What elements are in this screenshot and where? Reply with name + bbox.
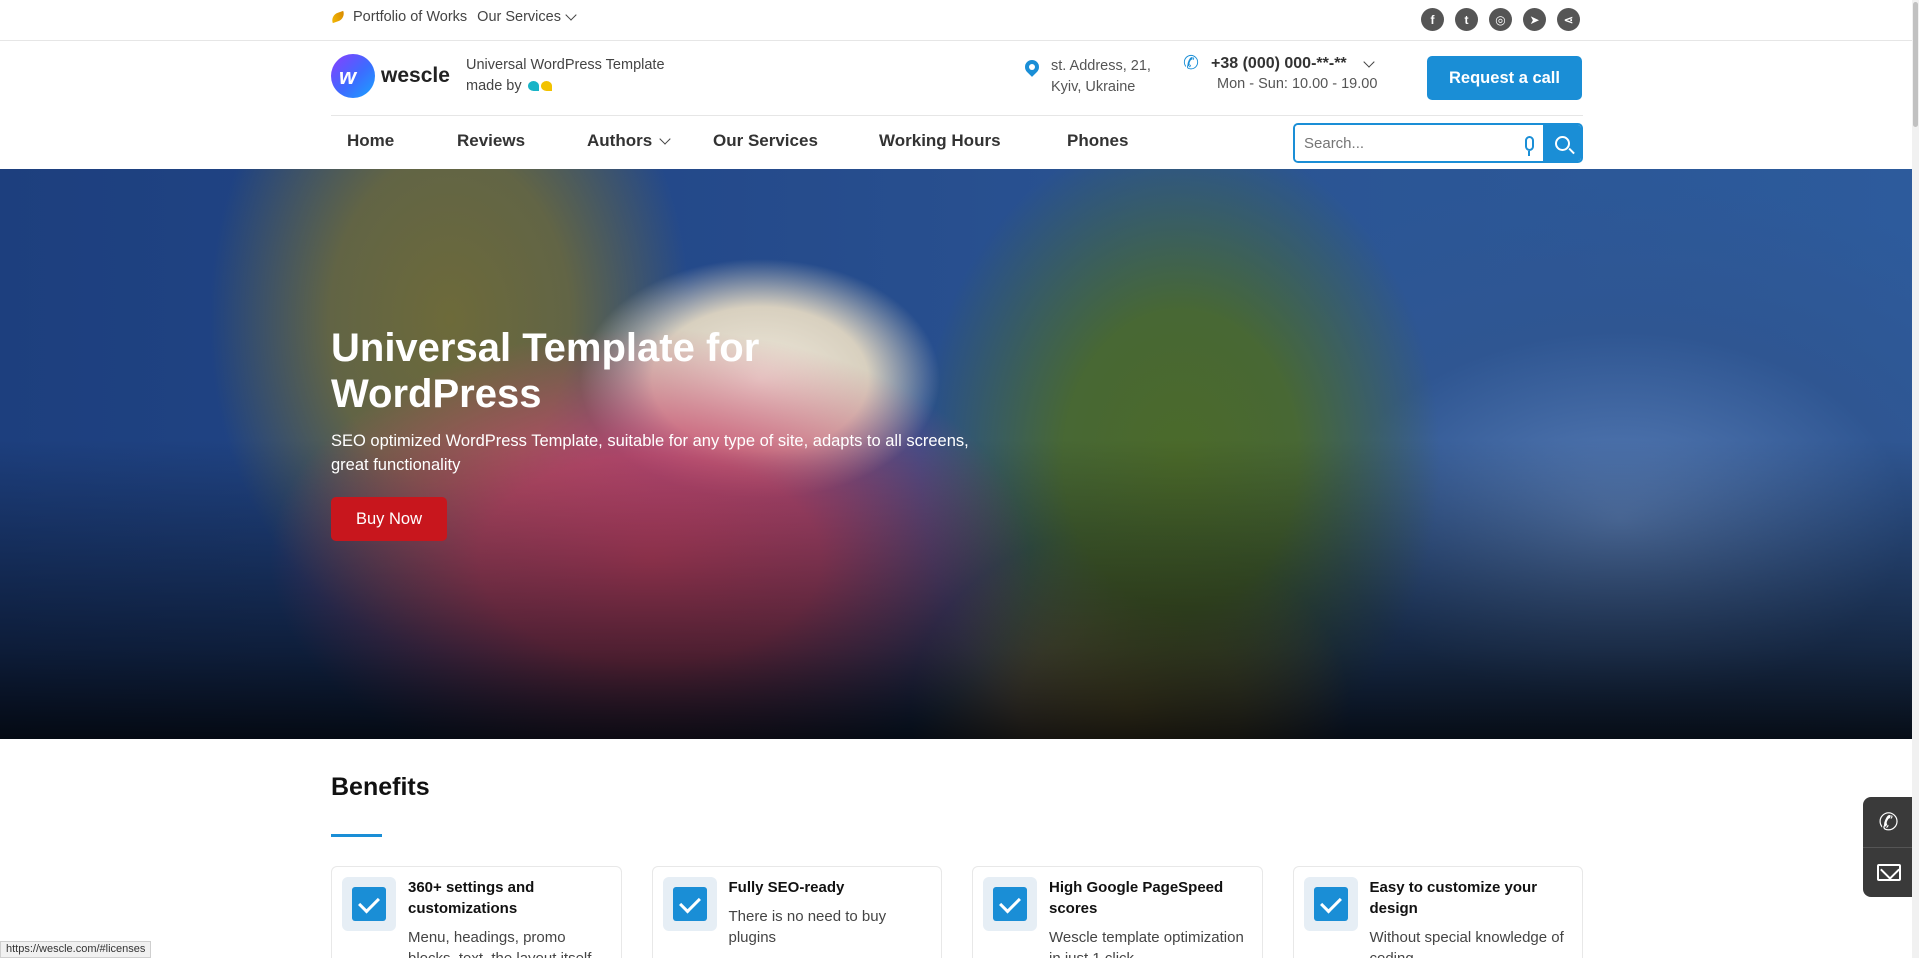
address-block: st. Address, 21, Kyiv, Ukraine — [1025, 56, 1151, 98]
phone-dropdown[interactable]: ✆ +38 (000) 000-**-** — [1183, 54, 1377, 74]
tagline: Universal WordPress Template made by — [466, 55, 665, 97]
services-dropdown[interactable]: Our Services — [477, 9, 577, 25]
social-links: f t ◎ ➤ ⋖ — [1421, 8, 1580, 31]
nav-item-working-hours[interactable]: Working Hours — [879, 131, 1001, 151]
hero-subtitle: SEO optimized WordPress Template, suitab… — [331, 432, 969, 474]
benefit-title: High Google PageSpeed scores — [1049, 879, 1224, 917]
search-button[interactable] — [1543, 125, 1581, 161]
phone-icon: ✆ — [1183, 53, 1199, 74]
benefit-card: 360+ settings and customizations Menu, h… — [331, 866, 622, 958]
benefit-text: Wescle template optimization in just 1 c… — [1049, 929, 1244, 958]
benefit-text: Without special knowledge of coding — [1369, 929, 1564, 958]
facebook-icon[interactable]: f — [1421, 8, 1444, 31]
nav-item-label: Phones — [1067, 131, 1129, 150]
floating-contact: ✆ — [1863, 797, 1914, 897]
title-underline — [331, 834, 382, 837]
address-text: st. Address, 21, Kyiv, Ukraine — [1051, 56, 1151, 98]
leaf-icon — [330, 10, 346, 24]
status-bar-url: https://wescle.com/#licenses — [0, 941, 152, 958]
nav-item-label: Home — [347, 131, 395, 150]
scrollbar-track[interactable] — [1912, 0, 1919, 958]
nav-item-home[interactable]: Home — [347, 131, 394, 151]
logo-letter: w — [339, 64, 357, 89]
nav-item-reviews[interactable]: Reviews — [457, 131, 525, 151]
twitter-icon[interactable]: t — [1455, 8, 1478, 31]
instagram-icon[interactable]: ◎ — [1489, 8, 1512, 31]
phone-block: ✆ +38 (000) 000-**-** Mon - Sun: 10.00 -… — [1183, 54, 1378, 93]
search-input[interactable] — [1295, 125, 1515, 161]
portfolio-link[interactable]: Portfolio of Works — [353, 9, 467, 25]
telegram-icon[interactable]: ➤ — [1523, 8, 1546, 31]
nav-item-label: Working Hours — [879, 131, 1001, 150]
checkbox-icon — [983, 877, 1037, 931]
search-box — [1293, 123, 1583, 163]
services-link[interactable]: Our Services — [477, 9, 561, 25]
request-call-button[interactable]: Request a call — [1427, 56, 1582, 100]
checkbox-icon — [1303, 877, 1358, 931]
logo-mark-icon: w — [331, 54, 375, 98]
benefit-title: 360+ settings and customizations — [408, 879, 535, 917]
phone-number[interactable]: +38 (000) 000-**-** — [1211, 55, 1347, 73]
heart-yellow-icon — [540, 81, 552, 92]
benefit-text: Menu, headings, promo blocks, text, the … — [408, 929, 591, 958]
benefit-title: Easy to customize your design — [1369, 879, 1538, 917]
benefit-text: There is no need to buy plugins — [728, 908, 887, 946]
buy-now-button[interactable]: Buy Now — [331, 497, 447, 541]
benefits-title: Benefits — [331, 773, 430, 801]
address-line1: st. Address, 21, — [1051, 58, 1151, 74]
tagline-line2-wrap: made by — [466, 76, 665, 97]
nav-item-phones[interactable]: Phones — [1067, 131, 1128, 151]
checkbox-icon — [662, 877, 717, 931]
share-icon[interactable]: ⋖ — [1557, 8, 1580, 31]
nav-item-label: Our Services — [713, 131, 818, 150]
nav-item-authors[interactable]: Authors — [587, 131, 671, 151]
tagline-line1: Universal WordPress Template — [466, 57, 665, 73]
main-nav: Home Reviews Authors Our Services Workin… — [331, 115, 1583, 169]
site-header: w wescle Universal WordPress Template ma… — [0, 41, 1919, 115]
scrollbar-thumb[interactable] — [1913, 2, 1918, 127]
chevron-down-icon[interactable] — [1362, 56, 1375, 68]
phone-call-icon[interactable]: ✆ — [1863, 797, 1914, 847]
tagline-line2: made by — [466, 78, 522, 94]
top-links: Portfolio of Works Our Services — [330, 9, 577, 25]
chevron-down-icon — [659, 133, 671, 145]
logo-text: wescle — [381, 64, 450, 87]
working-hours: Mon - Sun: 10.00 - 19.00 — [1217, 76, 1378, 92]
benefit-title: Fully SEO-ready — [728, 879, 845, 896]
benefit-cards: 360+ settings and customizations Menu, h… — [331, 866, 1583, 958]
site-logo[interactable]: w wescle — [331, 54, 450, 98]
checkbox-icon — [342, 877, 396, 931]
nav-item-label: Reviews — [457, 131, 526, 150]
hero-title: Universal Template for WordPress — [331, 326, 760, 416]
chevron-down-icon — [565, 9, 577, 21]
map-pin-icon — [1025, 60, 1039, 80]
benefit-card: Easy to customize your design Without sp… — [1292, 866, 1583, 958]
benefit-card: High Google PageSpeed scores Wescle temp… — [972, 866, 1263, 958]
mail-icon[interactable] — [1863, 847, 1914, 897]
hero-content: Universal Template for WordPress SEO opt… — [331, 325, 971, 541]
heart-blue-icon — [527, 81, 539, 92]
nav-item-label: Authors — [587, 131, 653, 150]
top-bar: Portfolio of Works Our Services f t ◎ ➤ … — [0, 0, 1919, 41]
address-line2: Kyiv, Ukraine — [1051, 79, 1136, 95]
nav-item-our-services[interactable]: Our Services — [713, 131, 818, 151]
microphone-icon[interactable] — [1515, 125, 1543, 161]
benefit-card: Fully SEO-ready There is no need to buy … — [651, 866, 942, 958]
search-icon — [1554, 135, 1570, 151]
